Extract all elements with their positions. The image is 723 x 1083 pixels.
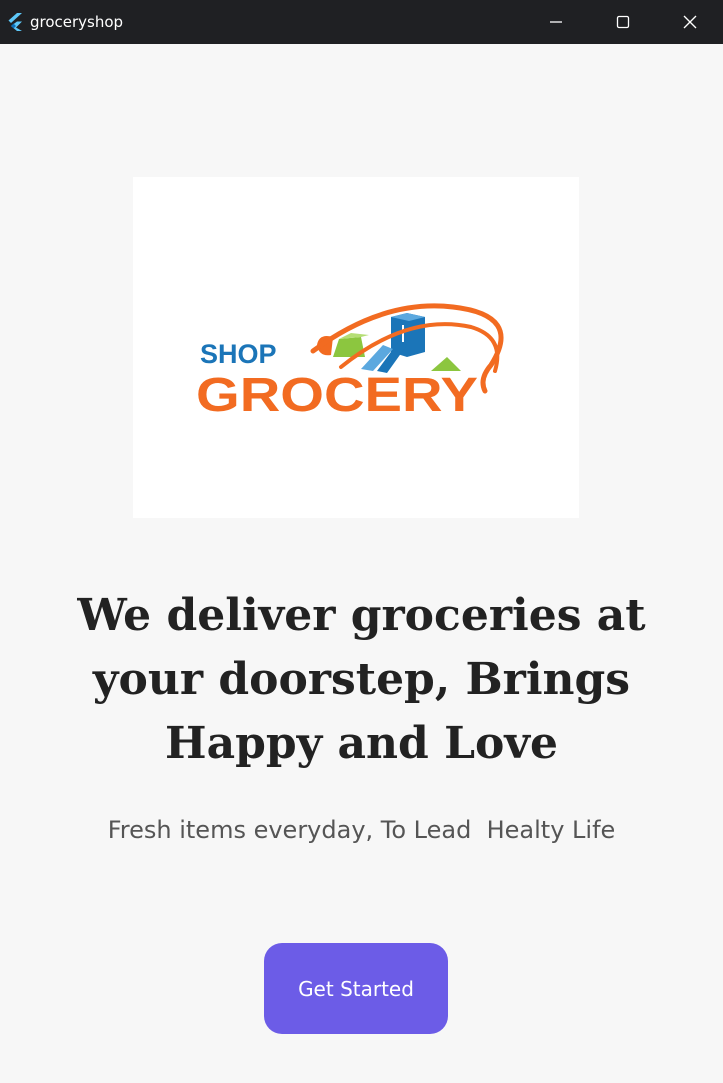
logo-shop-text: SHOP [200, 339, 277, 369]
window-title: groceryshop [30, 13, 124, 31]
logo-card: SHOP GROCERY [133, 177, 579, 518]
close-icon [683, 15, 696, 29]
window-titlebar: groceryshop [0, 0, 723, 44]
minimize-icon [549, 21, 562, 23]
close-button[interactable] [656, 0, 723, 44]
hero-headline: We deliver groceries at your doorstep, B… [0, 584, 723, 776]
maximize-icon [616, 15, 629, 29]
flutter-icon [4, 11, 26, 33]
get-started-button[interactable]: Get Started [264, 943, 448, 1034]
logo-grocery-text: GROCERY [196, 369, 478, 417]
hero-subtitle: Fresh items everyday, To Lead Healty Lif… [107, 816, 616, 844]
minimize-button[interactable] [522, 0, 589, 44]
hero-headline-text: We deliver groceries at your doorstep, B… [77, 590, 646, 769]
window-controls [522, 0, 723, 44]
maximize-button[interactable] [589, 0, 656, 44]
app-content: SHOP GROCERY We deliver groceries at you… [0, 44, 723, 1083]
shop-grocery-logo: SHOP GROCERY [196, 303, 504, 417]
